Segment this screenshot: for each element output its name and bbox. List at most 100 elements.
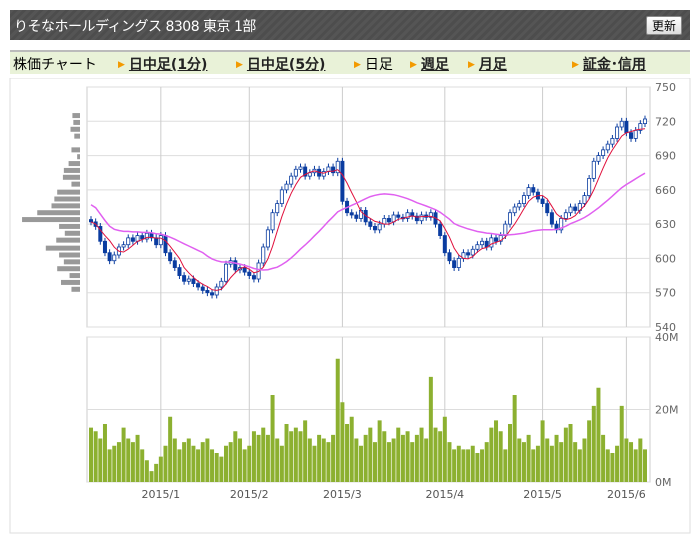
candle-body — [549, 212, 554, 225]
candle-body — [521, 195, 526, 204]
candle-body — [270, 212, 275, 231]
candle-body — [610, 138, 615, 145]
refresh-button[interactable]: 更新 — [645, 16, 682, 35]
volume-bar — [270, 395, 275, 482]
volume-bar — [405, 431, 410, 482]
volume-bar — [517, 438, 522, 482]
volume-bar — [98, 438, 103, 482]
candle-body — [340, 160, 345, 202]
volume-bar — [447, 442, 452, 482]
volume-bar — [93, 431, 98, 482]
volume-bar — [219, 456, 224, 482]
volume-bar — [256, 434, 261, 482]
volume-bar — [456, 445, 461, 482]
candle-body — [624, 120, 629, 134]
volume-bar — [587, 420, 592, 482]
volume-bar — [168, 416, 173, 482]
volume-bar — [89, 427, 93, 482]
tab-intraday-1min[interactable]: ▶ 日中足(1分) — [118, 54, 207, 74]
volume-bar — [196, 449, 201, 482]
volume-bar — [540, 420, 545, 482]
volume-bar — [326, 442, 331, 482]
volume-bar — [368, 427, 373, 482]
stock-title: りそなホールディングス 8308 東京 1部 — [14, 19, 256, 35]
volume-bar — [228, 442, 233, 482]
price-profile-bar — [70, 126, 80, 132]
candle — [261, 243, 266, 267]
price-profile-bar — [73, 119, 80, 125]
volume-tick-label: 0M — [655, 476, 672, 489]
candle-body — [200, 286, 205, 291]
candle-body — [475, 244, 480, 250]
tab-monthly[interactable]: ▶ 月足 — [468, 54, 507, 74]
volume-bar — [321, 438, 326, 482]
price-profile-bar — [56, 237, 80, 243]
volume-bar — [591, 405, 596, 482]
volume-bar — [251, 431, 256, 482]
candle-body — [447, 252, 452, 262]
tab-weekly[interactable]: ▶ 週足 — [410, 54, 449, 74]
candle-body — [261, 246, 266, 264]
title-bar: りそなホールディングス 8308 東京 1部 更新 — [10, 10, 690, 40]
candle-body — [168, 252, 173, 262]
volume-bar — [275, 438, 280, 482]
candle-body — [205, 290, 210, 294]
volume-bar — [615, 445, 620, 482]
volume-bar — [601, 434, 606, 482]
volume-bar — [303, 420, 308, 482]
candle — [265, 226, 270, 251]
price-profile-bar — [68, 161, 80, 167]
candle-body — [177, 267, 182, 276]
arrow-icon: ▶ — [118, 60, 125, 70]
price-profile-bar — [59, 252, 80, 258]
candle-body — [214, 286, 219, 296]
volume-bar — [545, 438, 550, 482]
volume-bar — [624, 438, 629, 482]
volume-bar — [135, 434, 140, 482]
volume-bar — [559, 442, 564, 482]
volume-bar — [224, 445, 229, 482]
volume-bar — [619, 405, 624, 482]
price-tick-label: 600 — [655, 252, 676, 265]
candle-body — [526, 187, 531, 196]
candle-body — [587, 178, 592, 196]
price-profile-bar — [69, 273, 80, 279]
price-profile-bar — [72, 113, 80, 119]
volume-bar — [354, 438, 359, 482]
arrow-icon: ▶ — [354, 60, 361, 70]
candle-body — [480, 240, 485, 246]
volume-bar — [512, 395, 517, 482]
candle-body — [517, 203, 522, 208]
price-profile-bar — [54, 196, 80, 202]
volume-bar — [494, 420, 499, 482]
volume-bar — [549, 445, 554, 482]
volume-bar — [582, 438, 587, 482]
candle-body — [349, 212, 354, 216]
candle-body — [596, 155, 601, 162]
candle-body — [224, 263, 229, 282]
volume-bar — [279, 445, 284, 482]
candle-body — [210, 292, 215, 296]
candle-body — [279, 189, 284, 204]
candle — [587, 175, 592, 199]
arrow-icon: ▶ — [468, 60, 475, 70]
candle-body — [629, 132, 634, 139]
price-profile-bar — [63, 167, 80, 173]
candle-body — [275, 203, 280, 214]
volume-bar — [205, 438, 210, 482]
candle-body — [582, 195, 587, 204]
volume-bar — [289, 431, 294, 482]
volume-bar — [331, 434, 336, 482]
tab-intraday-5min[interactable]: ▶ 日中足(5分) — [236, 54, 325, 74]
arrow-icon: ▶ — [572, 60, 579, 70]
volume-bar — [507, 424, 512, 482]
volume-bar — [363, 434, 368, 482]
volume-bar — [340, 402, 345, 482]
candle-body — [186, 278, 191, 282]
price-tick-label: 630 — [655, 218, 676, 231]
stock-chart: 75072069066063060057054040M20M0M2015/1 20… — [9, 78, 691, 534]
tab-margin-credit[interactable]: ▶ 証金･信用 — [572, 54, 646, 74]
candle-body — [494, 237, 499, 242]
candle-body — [293, 168, 298, 177]
price-tick-label: 660 — [655, 184, 676, 197]
